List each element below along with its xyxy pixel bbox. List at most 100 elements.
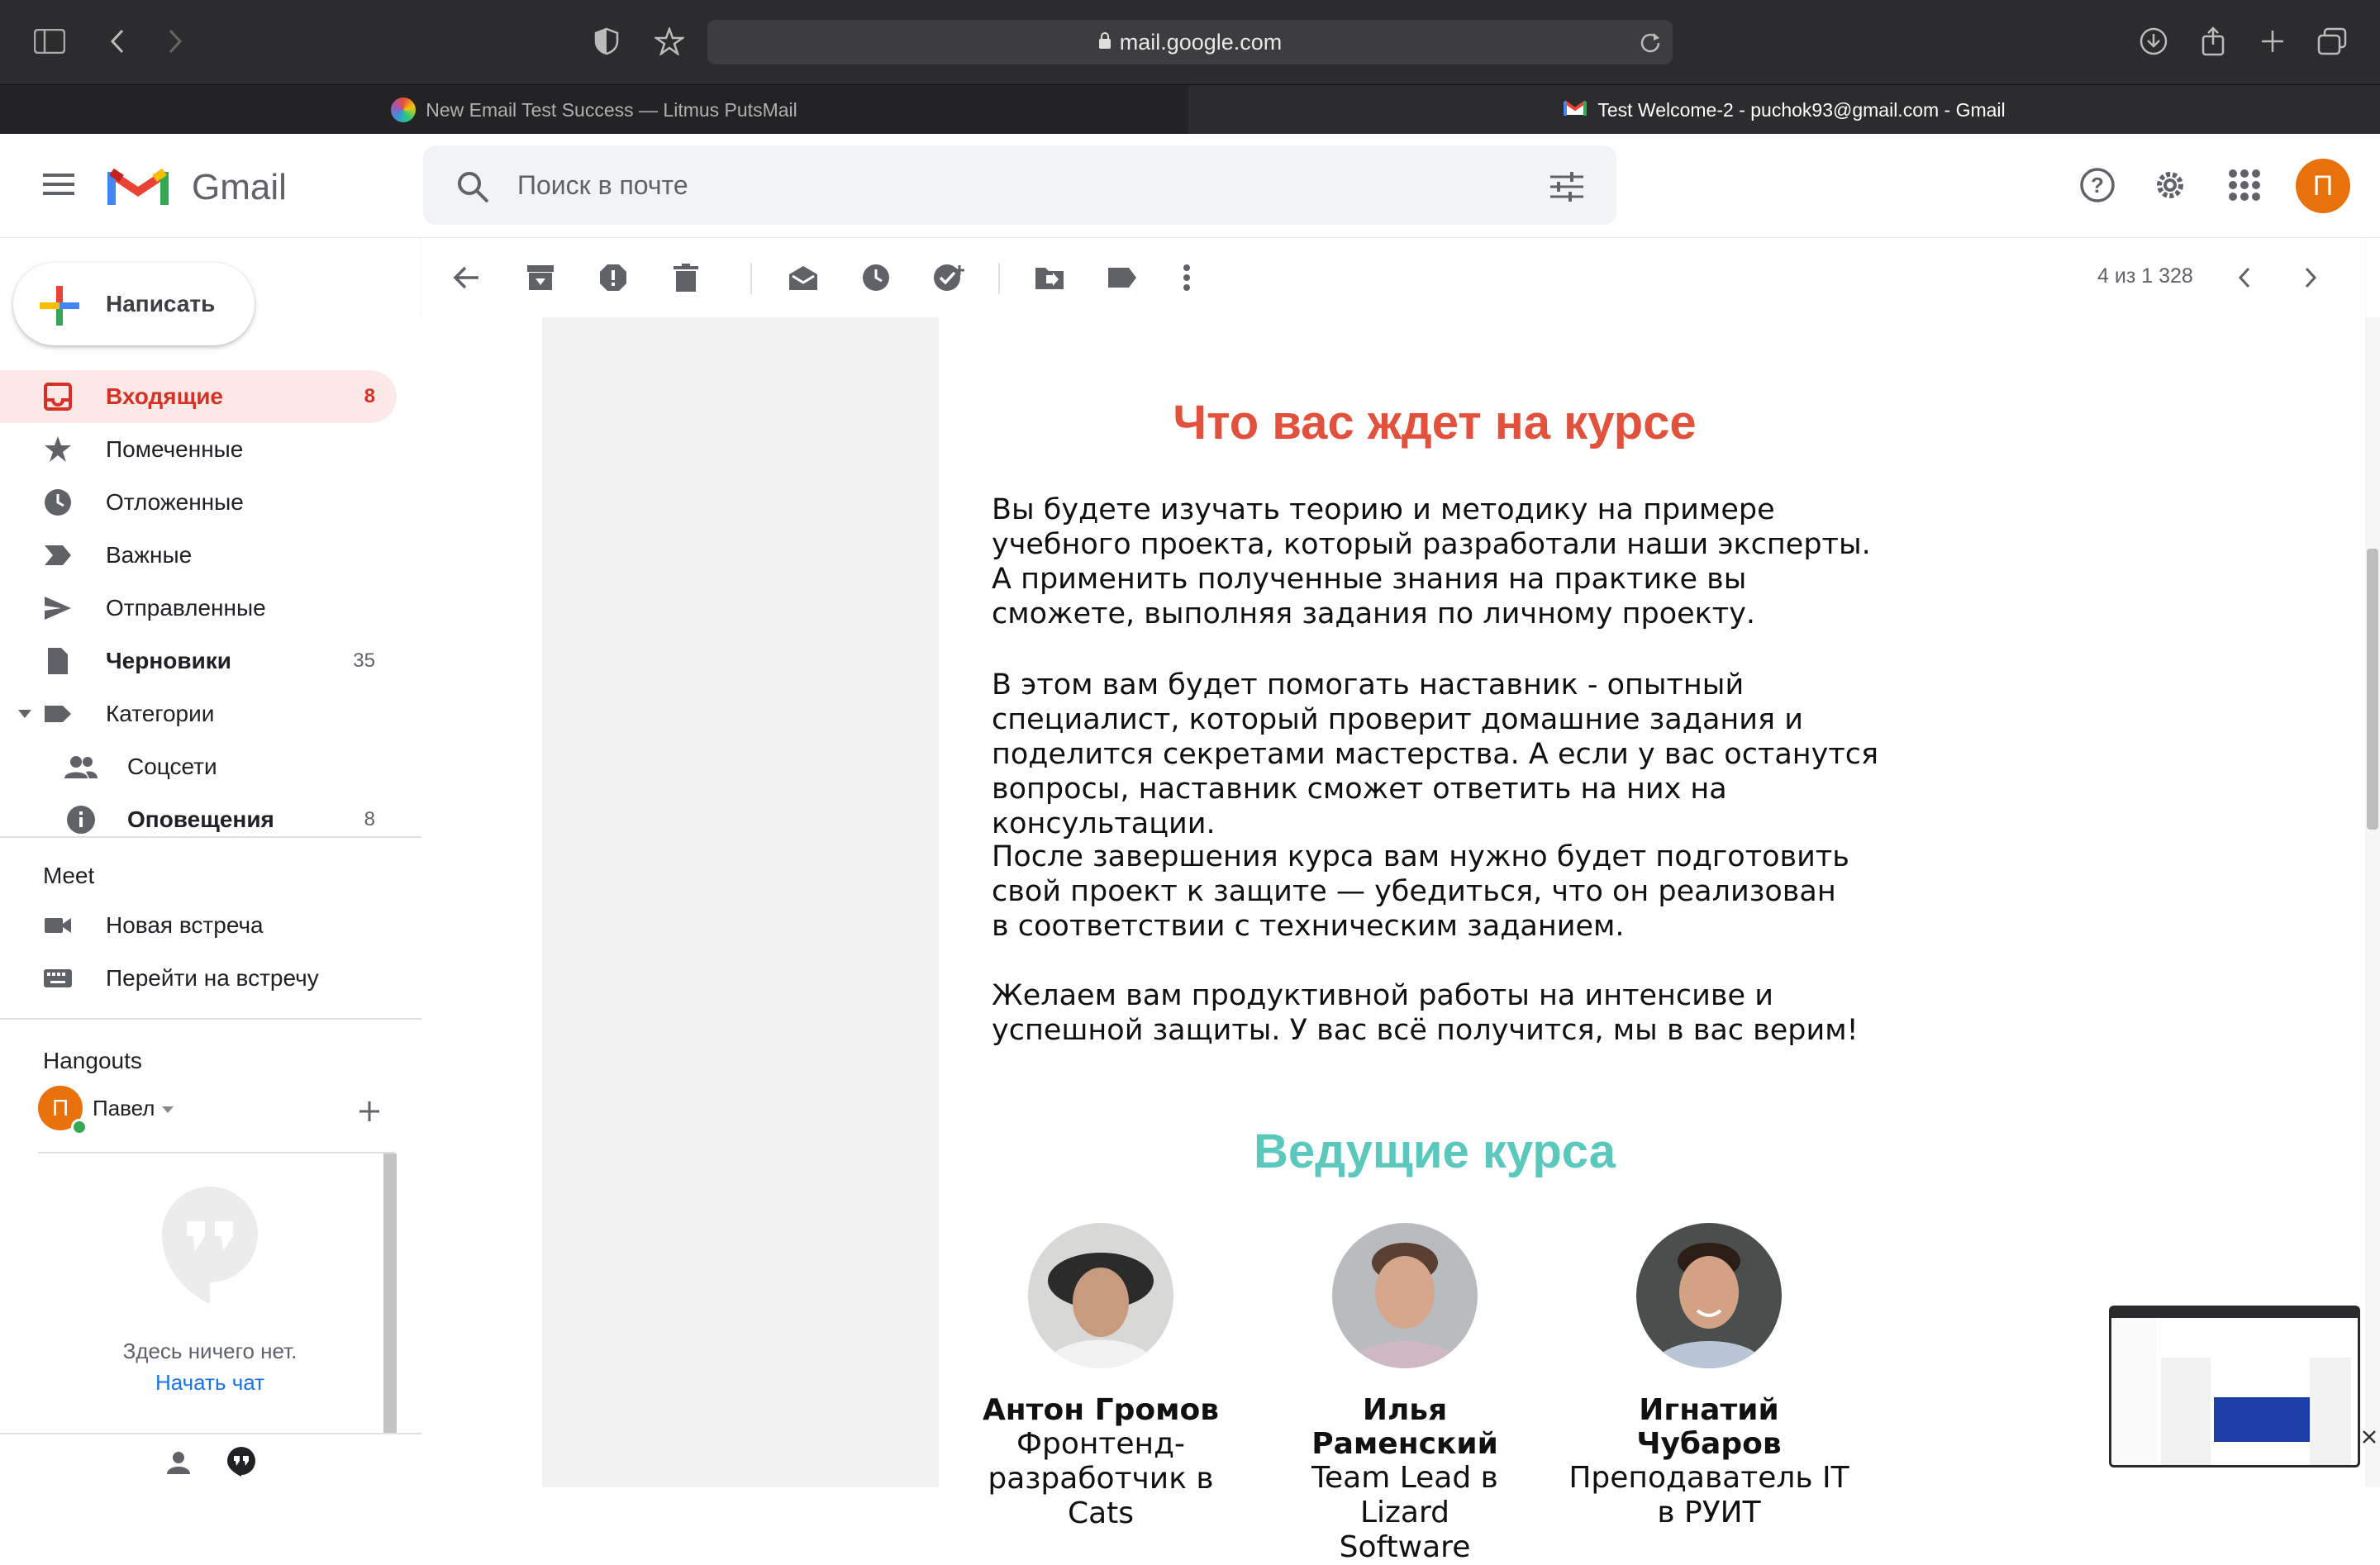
older-chevron-icon[interactable]	[2292, 259, 2329, 296]
sidebar-item-updates[interactable]: Оповещения 8	[0, 793, 397, 846]
close-preview-icon[interactable]	[2362, 1429, 2377, 1448]
search-input[interactable]: Поиск в почте	[517, 170, 688, 201]
label-icon	[43, 699, 73, 729]
paragraph: Вы будете изучать теорию и методику на п…	[992, 493, 1871, 630]
move-to-icon[interactable]	[1031, 259, 1068, 296]
report-spam-icon[interactable]	[595, 259, 631, 296]
instructor-role: разработчик в Cats	[988, 1462, 1214, 1530]
privacy-shield-icon[interactable]	[590, 25, 623, 58]
unread-count: 8	[364, 385, 375, 407]
sidebar-item-label: Соцсети	[127, 754, 217, 779]
share-icon[interactable]	[2197, 25, 2230, 58]
help-icon[interactable]: ?	[2079, 167, 2116, 207]
user-dropdown-icon[interactable]	[162, 1104, 174, 1119]
instructor-name: Антон Громов	[982, 1393, 1220, 1427]
gmail-logo-icon[interactable]	[107, 162, 169, 212]
hangouts-title: Hangouts	[43, 1048, 142, 1073]
more-options-icon[interactable]	[1169, 259, 1205, 296]
divider	[750, 263, 752, 294]
sidebar-item-inbox[interactable]: Входящие 8	[0, 370, 397, 423]
sidebar-item-categories[interactable]: Категории	[0, 687, 397, 740]
sidebar-item-social[interactable]: Соцсети	[0, 740, 397, 793]
delete-icon[interactable]	[668, 259, 704, 296]
instructor-card: Игнатий Чубаров Преподаватель IT в РУИТ	[1568, 1223, 1849, 1530]
main-scrollbar[interactable]	[2365, 317, 2380, 1487]
instructor-role: Software	[1339, 1530, 1471, 1564]
hangouts-user-name[interactable]: Павел	[93, 1096, 155, 1121]
compose-button[interactable]: Написать	[13, 263, 255, 345]
sidebar-item-sent[interactable]: Отправленные	[0, 582, 397, 635]
keyboard-icon	[43, 963, 73, 993]
instructor-name: Игнатий Чубаров	[1636, 1393, 1782, 1461]
hangouts-chat-icon[interactable]	[226, 1446, 256, 1482]
browser-toolbar: mail.google.com	[0, 0, 2380, 84]
add-to-tasks-icon[interactable]	[931, 259, 967, 296]
divider	[0, 1433, 421, 1434]
message-toolbar: 4 из 1 328	[421, 238, 2365, 317]
address-bar[interactable]: mail.google.com	[707, 20, 1673, 64]
sidebar-item-starred[interactable]: Помеченные	[0, 423, 397, 476]
paragraph: В этом вам будет помогать наставник - оп…	[992, 668, 1879, 840]
sidebar-item-label: Помеченные	[106, 436, 244, 462]
archive-icon[interactable]	[522, 259, 559, 296]
add-chat-icon[interactable]	[359, 1101, 380, 1126]
contacts-person-icon[interactable]	[165, 1449, 192, 1480]
instructor-role: Team Lead в Lizard	[1311, 1461, 1498, 1529]
sidebar-item-label: Категории	[106, 701, 215, 726]
back-icon[interactable]	[101, 25, 134, 58]
instructor-name: Илья Раменский	[1311, 1393, 1498, 1461]
downloads-icon[interactable]	[2137, 25, 2170, 58]
search-icon[interactable]	[456, 170, 489, 207]
apps-grid-icon[interactable]	[2228, 169, 2261, 206]
tab-gmail[interactable]: Test Welcome-2 - puchok93@gmail.com - Gm…	[1188, 85, 2380, 135]
settings-gear-icon[interactable]	[2152, 167, 2188, 207]
sidebar-item-label: Важные	[106, 542, 193, 568]
account-avatar[interactable]: П	[2296, 159, 2350, 213]
divider	[0, 1018, 421, 1020]
sidebar-item-drafts[interactable]: Черновики 35	[0, 635, 397, 687]
draft-icon	[43, 646, 73, 676]
new-tab-icon[interactable]	[2256, 25, 2289, 58]
mark-unread-icon[interactable]	[785, 259, 821, 296]
svg-text:?: ?	[2091, 173, 2104, 197]
meet-new-meeting[interactable]: Новая встреча	[0, 899, 397, 952]
main-menu-icon[interactable]	[43, 172, 74, 201]
clock-icon	[43, 488, 73, 517]
reload-icon[interactable]	[1640, 31, 1661, 59]
back-to-inbox-icon[interactable]	[448, 259, 484, 296]
meet-title: Meet	[43, 863, 95, 888]
expand-caret-icon[interactable]	[18, 709, 31, 724]
instructor-photo	[1636, 1223, 1782, 1368]
tab-litmus[interactable]: New Email Test Success — Litmus PutsMail	[0, 85, 1188, 135]
hangouts-quote-icon	[160, 1185, 259, 1310]
instructor-role: в РУИТ	[1657, 1496, 1761, 1529]
instructor-card: Антон Громов Фронтенд- разработчик в Cat…	[960, 1223, 1241, 1531]
start-chat-link[interactable]: Начать чат	[0, 1370, 420, 1396]
updates-count: 8	[364, 808, 375, 830]
instructor-role: Фронтенд-	[1016, 1427, 1185, 1461]
join-meeting-label: Перейти на встречу	[106, 965, 319, 991]
instructor-role: Преподаватель IT	[1568, 1461, 1849, 1495]
sidebar-toggle-icon[interactable]	[33, 25, 66, 58]
video-camera-icon	[43, 911, 73, 940]
snooze-icon[interactable]	[858, 259, 894, 296]
instructor-card: Илья Раменский Team Lead в Lizard Softwa…	[1264, 1223, 1545, 1565]
label-as-icon[interactable]	[1104, 259, 1140, 296]
meet-join-meeting[interactable]: Перейти на встречу	[0, 952, 397, 1005]
info-icon	[66, 805, 96, 835]
screenshot-preview-thumbnail[interactable]	[2109, 1306, 2360, 1467]
newer-chevron-icon[interactable]	[2226, 259, 2263, 296]
search-options-icon[interactable]	[1550, 172, 1583, 206]
tab-overview-icon[interactable]	[2316, 25, 2349, 58]
sidebar-item-label: Оповещения	[127, 806, 274, 832]
section-title-course: Что вас ждет на курсе	[1173, 396, 1697, 450]
sidebar-item-snoozed[interactable]: Отложенные	[0, 476, 397, 529]
scrollbar-thumb[interactable]	[2367, 549, 2378, 830]
sidebar-item-label: Отправленные	[106, 595, 266, 621]
forward-icon[interactable]	[159, 25, 192, 58]
search-bar[interactable]: Поиск в почте	[423, 145, 1616, 225]
online-status-dot	[71, 1119, 88, 1135]
bookmark-star-icon[interactable]	[653, 25, 686, 58]
email-body: Что вас ждет на курсе Вы будете изучать …	[939, 317, 1930, 1564]
sidebar-item-important[interactable]: Важные	[0, 529, 397, 582]
